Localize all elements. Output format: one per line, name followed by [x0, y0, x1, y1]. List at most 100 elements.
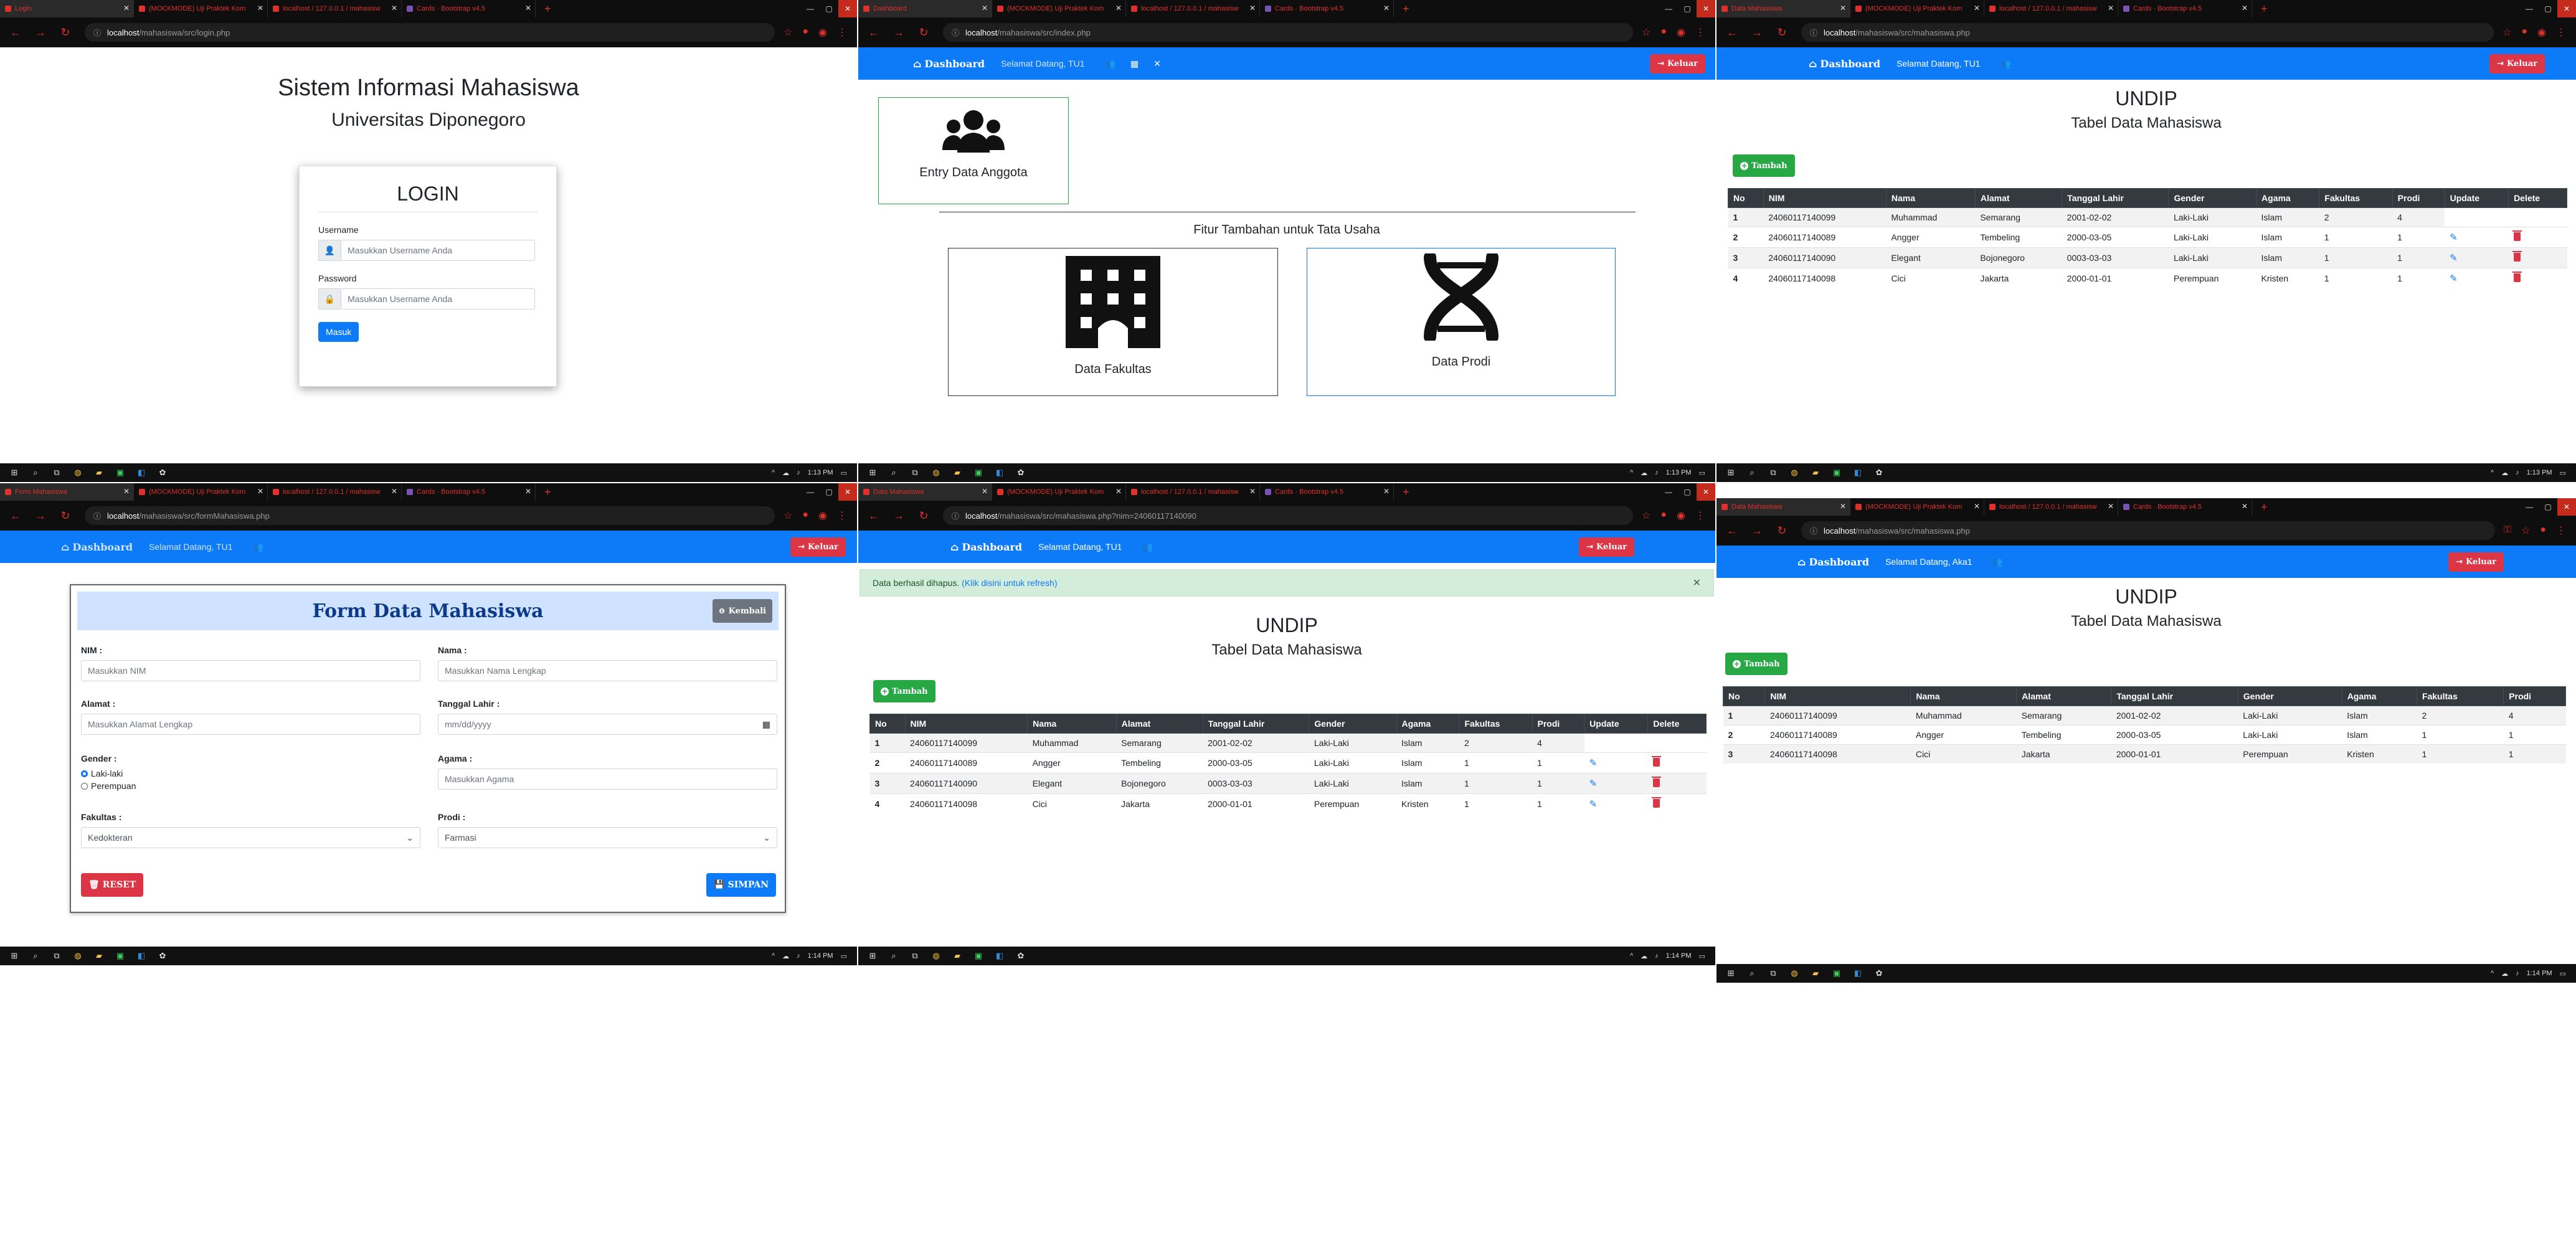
close-icon[interactable]: ✕ [1840, 502, 1846, 511]
reload-icon[interactable]: ↻ [1776, 26, 1788, 39]
tab-4[interactable]: Cards · Bootstrap v4.5 ✕ [402, 0, 536, 17]
tab-2[interactable]: (MOCKMODE) Uji Praktek Kom ✕ [992, 0, 1126, 17]
reload-icon[interactable]: ↻ [918, 26, 929, 39]
notification-icon[interactable]: ▭ [841, 469, 847, 477]
star-icon[interactable]: ☆ [784, 26, 792, 39]
app-icon[interactable]: ✿ [152, 463, 173, 482]
app-icon[interactable]: ▣ [968, 947, 989, 965]
profile-icon[interactable]: ◉ [818, 509, 827, 522]
window-close-icon[interactable]: ✕ [838, 0, 857, 17]
forward-icon[interactable]: → [35, 26, 46, 39]
tab-3[interactable]: localhost / 127.0.0.1 / mahasisw ✕ [268, 483, 402, 501]
folder-icon[interactable]: ▰ [88, 947, 110, 965]
edit-icon[interactable]: ✎ [1589, 778, 1598, 789]
maximize-icon[interactable]: ▢ [1678, 483, 1697, 501]
forward-icon[interactable]: → [1751, 524, 1763, 537]
fakultas-select[interactable]: Kedokteran ⌄ [81, 827, 420, 848]
chrome-icon[interactable]: ◍ [67, 947, 88, 965]
trash-icon[interactable] [1651, 776, 1661, 787]
notification-icon[interactable]: ▭ [2560, 469, 2566, 477]
network-icon[interactable]: ☁ [782, 469, 789, 477]
task-view-icon[interactable]: ⧉ [1763, 463, 1784, 482]
task-view-icon[interactable]: ⧉ [1763, 964, 1784, 983]
new-tab-button[interactable]: + [544, 2, 551, 16]
trash-icon[interactable] [2512, 271, 2522, 282]
folder-icon[interactable]: ▰ [947, 947, 968, 965]
brand[interactable]: ⌂ Dashboard [913, 58, 985, 70]
tab-3[interactable]: localhost / 127.0.0.1 / mahasisw ✕ [268, 0, 402, 17]
window-close-icon[interactable]: ✕ [2557, 498, 2576, 516]
task-view-icon[interactable]: ⧉ [46, 947, 67, 965]
minimize-icon[interactable]: — [801, 0, 820, 17]
network-icon[interactable]: ☁ [1641, 952, 1647, 960]
tab-2[interactable]: (MOCKMODE) Uji Praktek Kom ✕ [1850, 498, 1984, 516]
address-bar[interactable]: ⓘ localhost/mahasiswa/src/login.php [85, 23, 775, 42]
tray-chevron-icon[interactable]: ^ [772, 469, 775, 476]
users-icon[interactable]: 👥 [2000, 59, 2010, 69]
maximize-icon[interactable]: ▢ [2539, 498, 2557, 516]
tray-chevron-icon[interactable]: ^ [772, 952, 775, 960]
back-button[interactable]: ⊖ Kembali [712, 599, 772, 623]
extension-icon[interactable]: ● [802, 26, 808, 39]
close-icon[interactable]: ✕ [1249, 487, 1256, 496]
tab-data[interactable]: Data Mahasiswa ✕ [1717, 0, 1850, 17]
back-icon[interactable]: ← [868, 509, 879, 522]
gender-female-option[interactable]: Perempuan [81, 781, 420, 791]
tray-chevron-icon[interactable]: ^ [2491, 469, 2494, 476]
app-icon[interactable]: ▣ [968, 463, 989, 482]
window-close-icon[interactable]: ✕ [2557, 0, 2576, 17]
edit-icon[interactable]: ✎ [2450, 273, 2458, 284]
back-icon[interactable]: ← [10, 26, 21, 39]
tab-4[interactable]: Cards · Bootstrap v4.5 ✕ [2118, 498, 2252, 516]
folder-icon[interactable]: ▰ [1805, 964, 1826, 983]
trash-icon[interactable] [2512, 250, 2522, 262]
notification-icon[interactable]: ▭ [1699, 952, 1705, 960]
profile-icon[interactable]: ◉ [1677, 509, 1685, 522]
windows-start-icon[interactable]: ⊞ [862, 947, 883, 965]
tab-3[interactable]: localhost / 127.0.0.1 / mahasisw ✕ [1126, 483, 1260, 501]
alamat-input[interactable]: Masukkan Alamat Lengkap [81, 714, 420, 735]
save-button[interactable]: 💾 SIMPAN [706, 873, 776, 897]
chrome-icon[interactable]: ◍ [1784, 463, 1805, 482]
fakultas-card[interactable]: Data Fakultas [948, 248, 1278, 396]
close-icon[interactable]: ✕ [525, 487, 531, 496]
app-icon[interactable]: ▣ [1826, 463, 1847, 482]
users-icon[interactable]: 👥 [1992, 557, 2002, 567]
app-icon[interactable]: ✿ [152, 947, 173, 965]
menu-icon[interactable]: ⋮ [2556, 26, 2566, 39]
entry-card[interactable]: Entry Data Anggota [878, 97, 1069, 204]
close-icon[interactable]: ✕ [1115, 487, 1122, 496]
address-bar[interactable]: ⓘ localhost/mahasiswa/src/formMahasiswa.p… [85, 506, 775, 525]
app-icon[interactable]: ▣ [110, 947, 131, 965]
star-icon[interactable]: ☆ [1642, 26, 1650, 39]
users-icon[interactable]: 👥 [1104, 59, 1115, 69]
reload-icon[interactable]: ↻ [60, 509, 71, 522]
search-icon[interactable]: ⌕ [883, 463, 904, 482]
password-input[interactable]: Masukkan Username Anda [341, 288, 535, 310]
volume-icon[interactable]: ♪ [1655, 952, 1659, 960]
menu-icon[interactable]: ⋮ [837, 26, 847, 39]
building-icon[interactable]: ▦ [1130, 59, 1139, 69]
minimize-icon[interactable]: — [1659, 483, 1678, 501]
address-bar[interactable]: ⓘ localhost/mahasiswa/src/mahasiswa.php?n… [943, 506, 1634, 525]
notification-icon[interactable]: ▭ [841, 952, 847, 960]
notification-icon[interactable]: ▭ [2560, 970, 2566, 978]
address-bar[interactable]: ⓘ localhost/mahasiswa/src/mahasiswa.php [1801, 521, 2495, 540]
address-bar[interactable]: ⓘ localhost/mahasiswa/src/mahasiswa.php [1801, 23, 2494, 42]
app-icon[interactable]: ✿ [1010, 463, 1031, 482]
tab-4[interactable]: Cards · Bootstrap v4.5 ✕ [1260, 483, 1394, 501]
app-icon[interactable]: ✿ [1868, 964, 1890, 983]
close-icon[interactable]: ✕ [123, 4, 130, 12]
tab-form[interactable]: Form Mahasiswa ✕ [0, 483, 134, 501]
windows-start-icon[interactable]: ⊞ [4, 463, 25, 482]
maximize-icon[interactable]: ▢ [2539, 0, 2557, 17]
network-icon[interactable]: ☁ [2501, 970, 2508, 978]
nim-input[interactable]: Masukkan NIM [81, 660, 420, 681]
username-input[interactable]: Masukkan Username Anda [341, 240, 535, 261]
minimize-icon[interactable]: — [2520, 0, 2539, 17]
reload-icon[interactable]: ↻ [1776, 524, 1788, 537]
new-tab-button[interactable]: + [1403, 486, 1409, 499]
new-tab-button[interactable]: + [2261, 2, 2268, 16]
search-icon[interactable]: ⌕ [25, 947, 46, 965]
dna-icon[interactable]: ✕ [1153, 59, 1161, 69]
